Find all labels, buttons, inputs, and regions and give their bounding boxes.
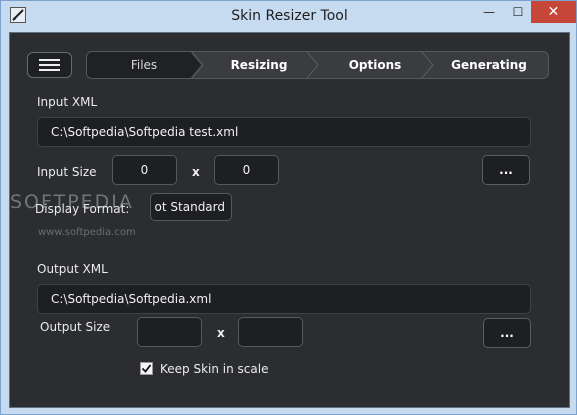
input-size-label: Input Size xyxy=(37,165,97,179)
keep-scale-checkbox[interactable] xyxy=(140,362,153,375)
browse-output-button[interactable]: ... xyxy=(483,318,531,348)
step-options[interactable]: Options xyxy=(315,52,435,78)
input-width-field[interactable]: 0 xyxy=(112,155,177,185)
app-window: Skin Resizer Tool — ☐ ✕ Files Resizing O… xyxy=(0,0,577,415)
maximize-button[interactable]: ☐ xyxy=(504,1,532,23)
wizard-steps: Files Resizing Options Generating xyxy=(86,51,549,79)
input-xml-label: Input XML xyxy=(37,95,98,109)
hamburger-line-icon xyxy=(39,59,60,61)
title-bar[interactable]: Skin Resizer Tool — ☐ ✕ xyxy=(1,1,577,31)
minimize-button[interactable]: — xyxy=(475,1,503,23)
step-resizing[interactable]: Resizing xyxy=(199,52,319,78)
checkmark-icon xyxy=(141,364,152,373)
main-panel: Files Resizing Options Generating Input … xyxy=(9,32,570,408)
display-format-select[interactable]: ot Standard xyxy=(150,193,232,221)
step-files[interactable]: Files xyxy=(87,52,201,78)
keep-scale-label[interactable]: Keep Skin in scale xyxy=(160,362,268,376)
output-xml-label: Output XML xyxy=(37,262,108,276)
watermark-url: www.softpedia.com xyxy=(38,227,136,238)
output-height-field[interactable] xyxy=(238,317,303,347)
browse-input-button[interactable]: ... xyxy=(482,155,530,185)
hamburger-line-icon xyxy=(39,69,60,71)
step-generating[interactable]: Generating xyxy=(429,52,548,78)
output-width-field[interactable] xyxy=(137,317,202,347)
close-button[interactable]: ✕ xyxy=(531,1,576,23)
hamburger-menu-button[interactable] xyxy=(27,52,72,78)
output-xml-path-field[interactable]: C:\Softpedia\Softpedia.xml xyxy=(37,284,531,314)
times-symbol: x xyxy=(192,165,200,179)
display-format-label: Display Format: xyxy=(35,202,130,216)
input-height-field[interactable]: 0 xyxy=(214,155,279,185)
hamburger-line-icon xyxy=(39,64,60,66)
output-size-label: Output Size xyxy=(40,320,111,334)
input-xml-path-field[interactable]: C:\Softpedia\Softpedia test.xml xyxy=(37,117,531,147)
times-symbol: x xyxy=(217,326,225,340)
